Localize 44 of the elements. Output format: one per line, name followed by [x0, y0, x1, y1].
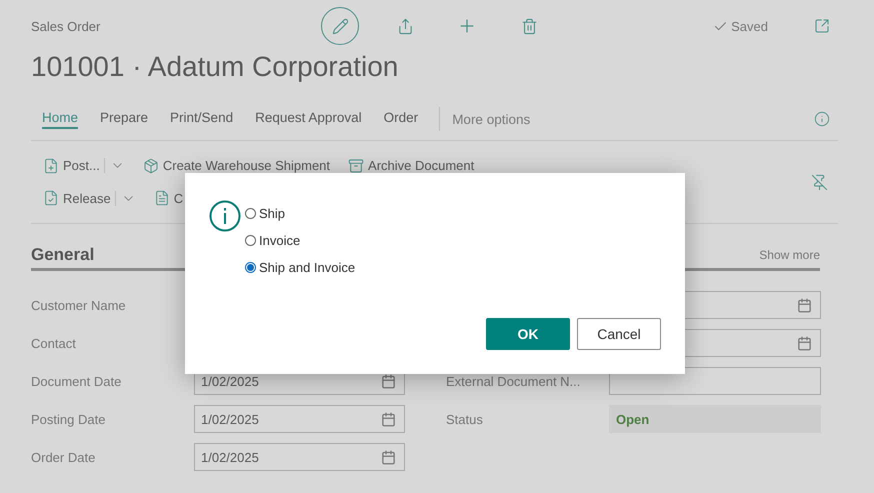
action-button[interactable]: C — [154, 190, 184, 206]
calendar-icon[interactable] — [381, 450, 396, 464]
calendar-icon[interactable] — [381, 374, 396, 388]
show-more-link[interactable]: Show more — [759, 248, 820, 262]
calendar-icon[interactable] — [381, 412, 396, 426]
calendar-icon[interactable] — [797, 298, 812, 312]
field-label: Posting Date — [31, 412, 106, 426]
tab[interactable]: Request Approval — [255, 110, 362, 128]
action-button[interactable]: Create Warehouse Shipment — [142, 158, 330, 174]
page-caption: Sales Order — [31, 18, 102, 34]
cancel-button[interactable]: Cancel — [577, 318, 661, 350]
tab[interactable]: Home — [42, 110, 78, 128]
tab[interactable]: Order — [384, 110, 418, 128]
document-icon — [154, 190, 170, 206]
action-button[interactable]: Archive Document — [348, 158, 474, 174]
page-title: 101001 · Adatum Corporation — [31, 52, 400, 84]
tab[interactable]: Prepare — [100, 110, 148, 128]
status-field: Open — [609, 405, 821, 433]
field-label: Contact — [31, 336, 76, 350]
field-label: Order Date — [31, 450, 96, 464]
field-label: Document Date — [31, 374, 122, 388]
ok-button[interactable]: OK — [486, 318, 570, 350]
more-options-tab[interactable]: More options — [450, 112, 806, 126]
saved-status: Saved — [713, 18, 768, 34]
document-plus-icon — [43, 158, 59, 174]
field-label: External Document N... — [446, 374, 580, 388]
section-title: General — [31, 245, 94, 265]
document-check-icon — [43, 190, 59, 206]
edit-icon[interactable] — [321, 7, 359, 45]
radio-option[interactable]: Invoice — [245, 233, 356, 248]
radio-option[interactable]: Ship — [245, 206, 356, 221]
field-label: Status — [446, 412, 483, 426]
archive-icon — [348, 158, 364, 174]
tab[interactable]: Print/Send — [170, 110, 234, 128]
radio-option[interactable]: Ship and Invoice — [245, 260, 356, 275]
calendar-icon[interactable] — [797, 336, 812, 350]
field-label: Customer Name — [31, 298, 126, 312]
info-icon — [209, 200, 241, 232]
date-field[interactable]: 1/02/2025 — [194, 405, 405, 433]
package-icon — [142, 158, 159, 174]
unpin-icon[interactable] — [811, 174, 828, 190]
date-field[interactable]: 1/02/2025 — [194, 443, 405, 471]
action-button[interactable]: Post... — [43, 158, 100, 174]
action-button[interactable]: Release — [43, 190, 111, 206]
